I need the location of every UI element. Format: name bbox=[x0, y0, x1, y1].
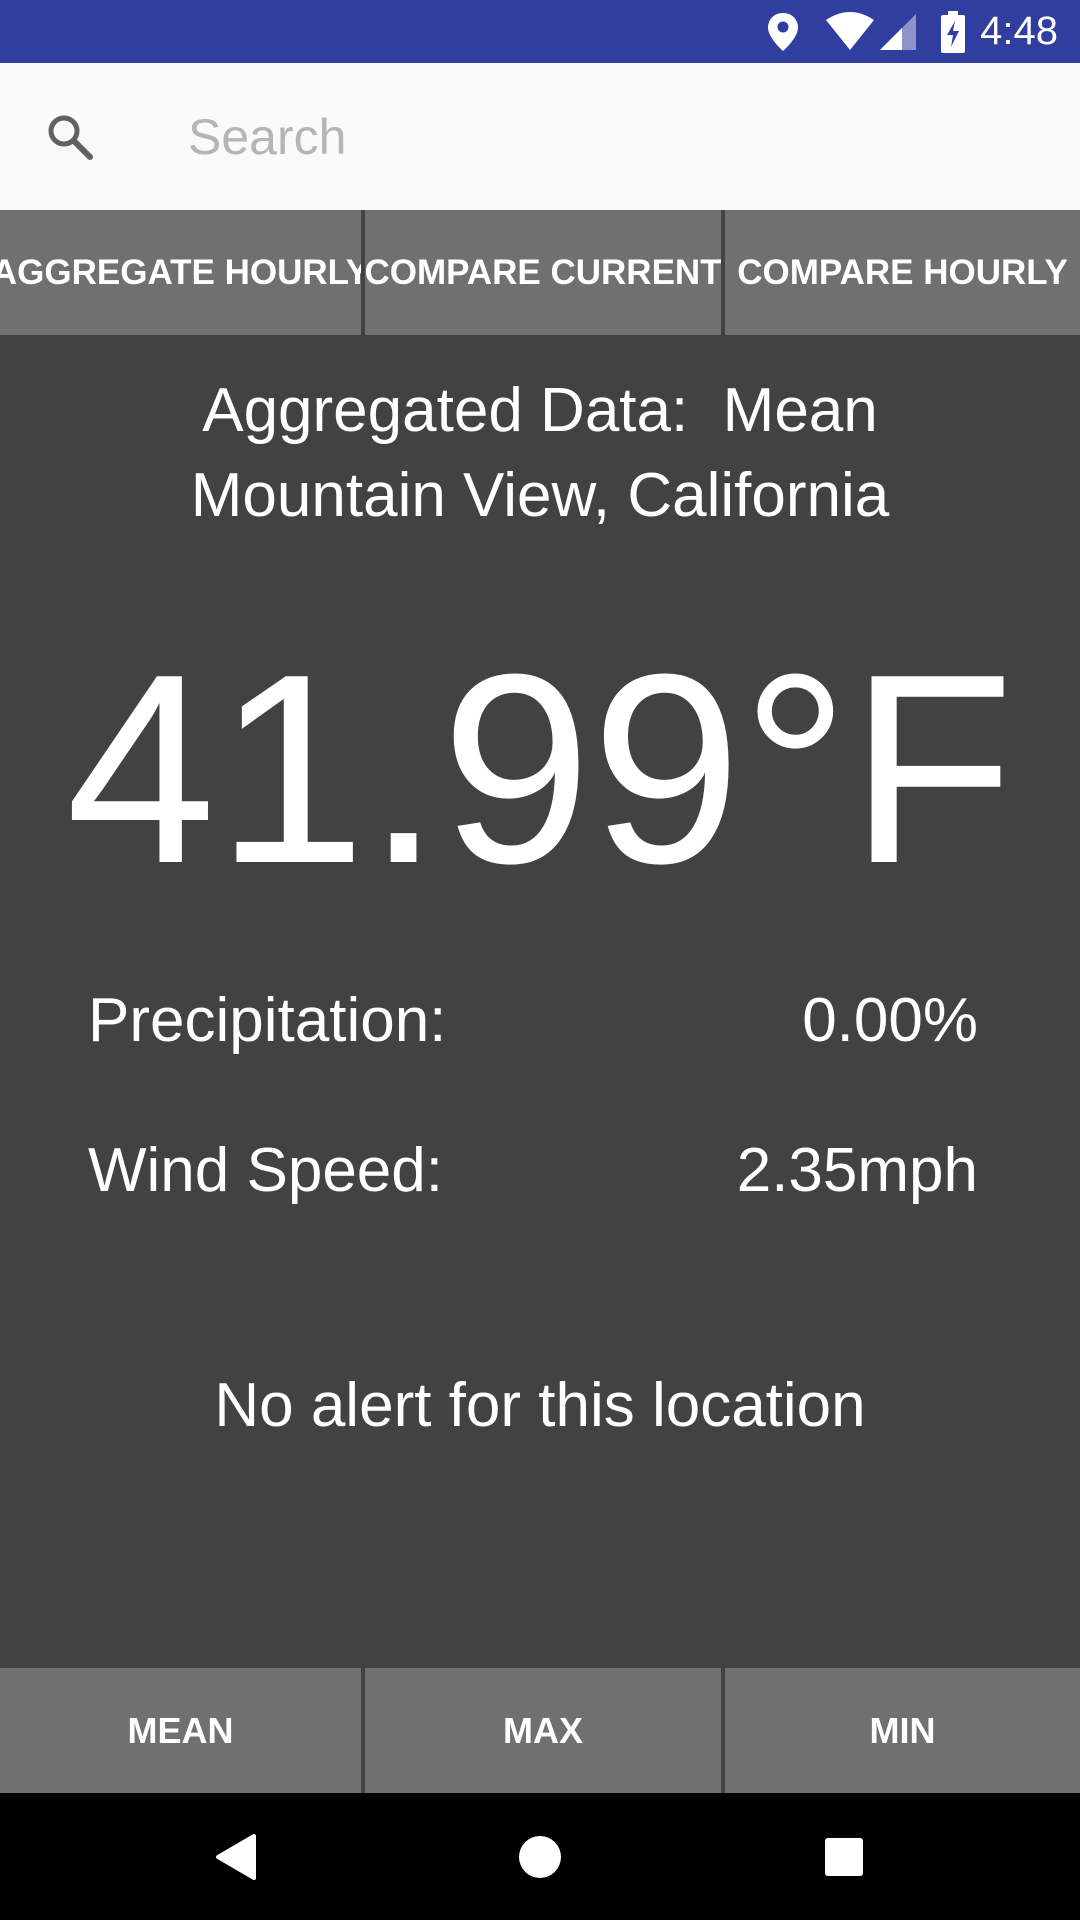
compare-hourly-button[interactable]: COMPARE HOURLY bbox=[725, 210, 1080, 335]
recents-icon bbox=[825, 1837, 863, 1876]
weather-panel: Aggregated Data: Mean Mountain View, Cal… bbox=[0, 335, 1080, 1668]
aggregated-data-title: Aggregated Data: Mean bbox=[202, 376, 878, 445]
temperature-value: 41.99°F bbox=[65, 619, 1015, 920]
min-button[interactable]: MIN bbox=[725, 1668, 1080, 1793]
max-button[interactable]: MAX bbox=[365, 1668, 721, 1793]
location-title: Mountain View, California bbox=[190, 461, 890, 530]
compare-current-button[interactable]: COMPARE CURRENT bbox=[365, 210, 721, 335]
mean-button[interactable]: MEAN bbox=[0, 1668, 361, 1793]
recents-button[interactable] bbox=[764, 1793, 924, 1920]
home-icon bbox=[519, 1835, 561, 1878]
wind-speed-label: Wind Speed: bbox=[88, 1136, 443, 1205]
aggregate-hourly-button[interactable]: AGGREGATE HOURLY bbox=[0, 210, 361, 335]
alert-message: No alert for this location bbox=[214, 1371, 866, 1440]
wind-speed-value: 2.35mph bbox=[736, 1136, 978, 1205]
precipitation-value: 0.00% bbox=[802, 986, 978, 1055]
battery-charging-icon bbox=[941, 10, 966, 53]
home-button[interactable] bbox=[460, 1793, 620, 1920]
signal-icon bbox=[880, 13, 917, 50]
search-bar bbox=[0, 63, 1080, 210]
wifi-icon bbox=[826, 11, 875, 50]
search-input[interactable] bbox=[188, 105, 1008, 169]
status-icons: 4:48 bbox=[766, 0, 1080, 63]
location-icon bbox=[768, 12, 799, 51]
status-time: 4:48 bbox=[980, 9, 1058, 53]
back-button[interactable] bbox=[156, 1793, 316, 1920]
top-tabs: AGGREGATE HOURLY COMPARE CURRENT COMPARE… bbox=[0, 210, 1080, 335]
back-icon bbox=[216, 1833, 256, 1880]
search-icon[interactable] bbox=[44, 111, 96, 163]
navigation-bar bbox=[0, 1793, 1080, 1920]
aggregate-mode-tabs: MEAN MAX MIN bbox=[0, 1668, 1080, 1793]
precipitation-label: Precipitation: bbox=[88, 986, 447, 1055]
status-bar: 4:48 bbox=[0, 0, 1080, 63]
